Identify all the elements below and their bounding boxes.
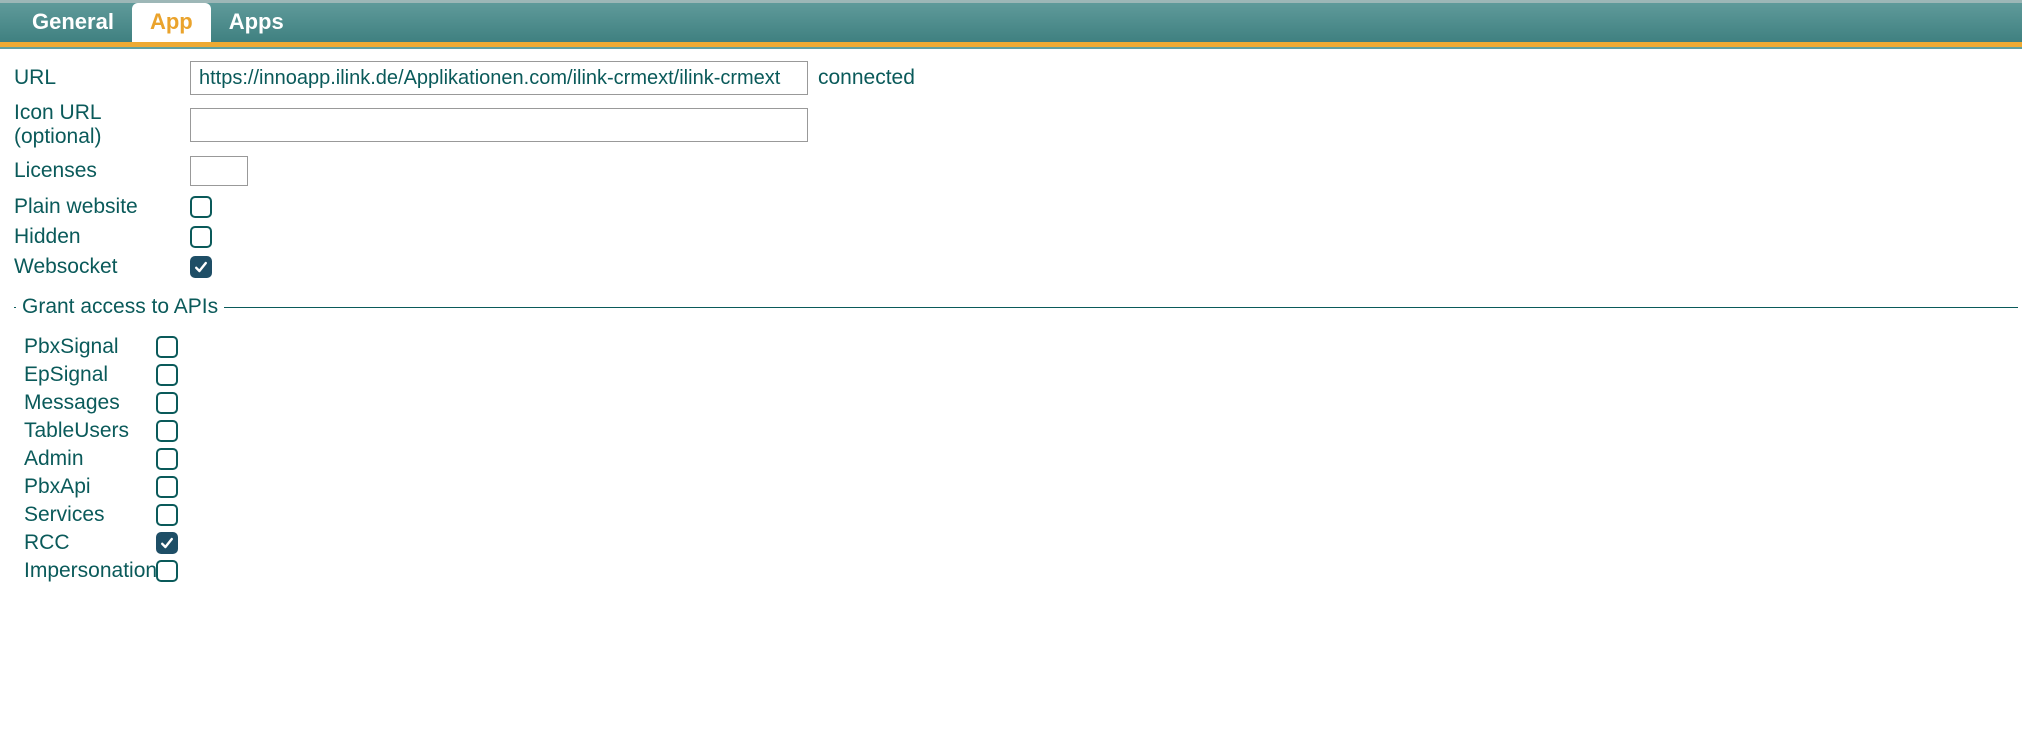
api-label: Impersonation [24,559,156,583]
icon-url-label: Icon URL (optional) [14,101,190,149]
api-list: PbxSignal EpSignal Messages TableUsers Admin… [22,333,2018,585]
api-checkbox[interactable] [156,504,178,526]
api-checkbox[interactable] [156,392,178,414]
api-row: Services [22,501,2018,529]
api-label: PbxApi [24,475,156,499]
api-row: RCC [22,529,2018,557]
api-checkbox[interactable] [156,560,178,582]
tab-bar: General App Apps [0,3,2022,42]
api-label: PbxSignal [24,335,156,359]
api-access-fieldset: Grant access to APIs PbxSignal EpSignal Me… [14,295,2018,585]
url-input[interactable] [190,61,808,95]
icon-url-input[interactable] [190,108,808,142]
form-content: URL connected Icon URL (optional) Licens… [0,49,2022,595]
licenses-input[interactable] [190,156,248,186]
licenses-label: Licenses [14,159,190,183]
api-checkbox[interactable] [156,336,178,358]
api-label: Messages [24,391,156,415]
api-label: EpSignal [24,363,156,387]
plain-website-label: Plain website [14,195,190,219]
hidden-checkbox[interactable] [190,226,212,248]
row-hidden: Hidden [14,223,2018,251]
api-label: TableUsers [24,419,156,443]
row-licenses: Licenses [14,155,2018,187]
api-label: Admin [24,447,156,471]
api-access-legend: Grant access to APIs [16,295,224,319]
api-row: PbxSignal [22,333,2018,361]
tab-app[interactable]: App [132,3,211,42]
api-row: EpSignal [22,361,2018,389]
websocket-checkbox[interactable] [190,256,212,278]
api-checkbox[interactable] [156,448,178,470]
api-row: Admin [22,445,2018,473]
websocket-label: Websocket [14,255,190,279]
tab-apps[interactable]: Apps [211,3,302,42]
api-checkbox[interactable] [156,364,178,386]
api-label: RCC [24,531,156,555]
plain-website-checkbox[interactable] [190,196,212,218]
api-label: Services [24,503,156,527]
row-url: URL connected [14,61,2018,95]
row-websocket: Websocket [14,253,2018,281]
tab-general[interactable]: General [14,3,132,42]
url-label: URL [14,66,190,90]
api-row: TableUsers [22,417,2018,445]
api-checkbox[interactable] [156,476,178,498]
row-plain-website: Plain website [14,193,2018,221]
row-icon-url: Icon URL (optional) [14,101,2018,149]
api-row: Impersonation [22,557,2018,585]
hidden-label: Hidden [14,225,190,249]
api-checkbox[interactable] [156,532,178,554]
api-row: PbxApi [22,473,2018,501]
api-checkbox[interactable] [156,420,178,442]
api-row: Messages [22,389,2018,417]
url-status: connected [818,66,915,90]
